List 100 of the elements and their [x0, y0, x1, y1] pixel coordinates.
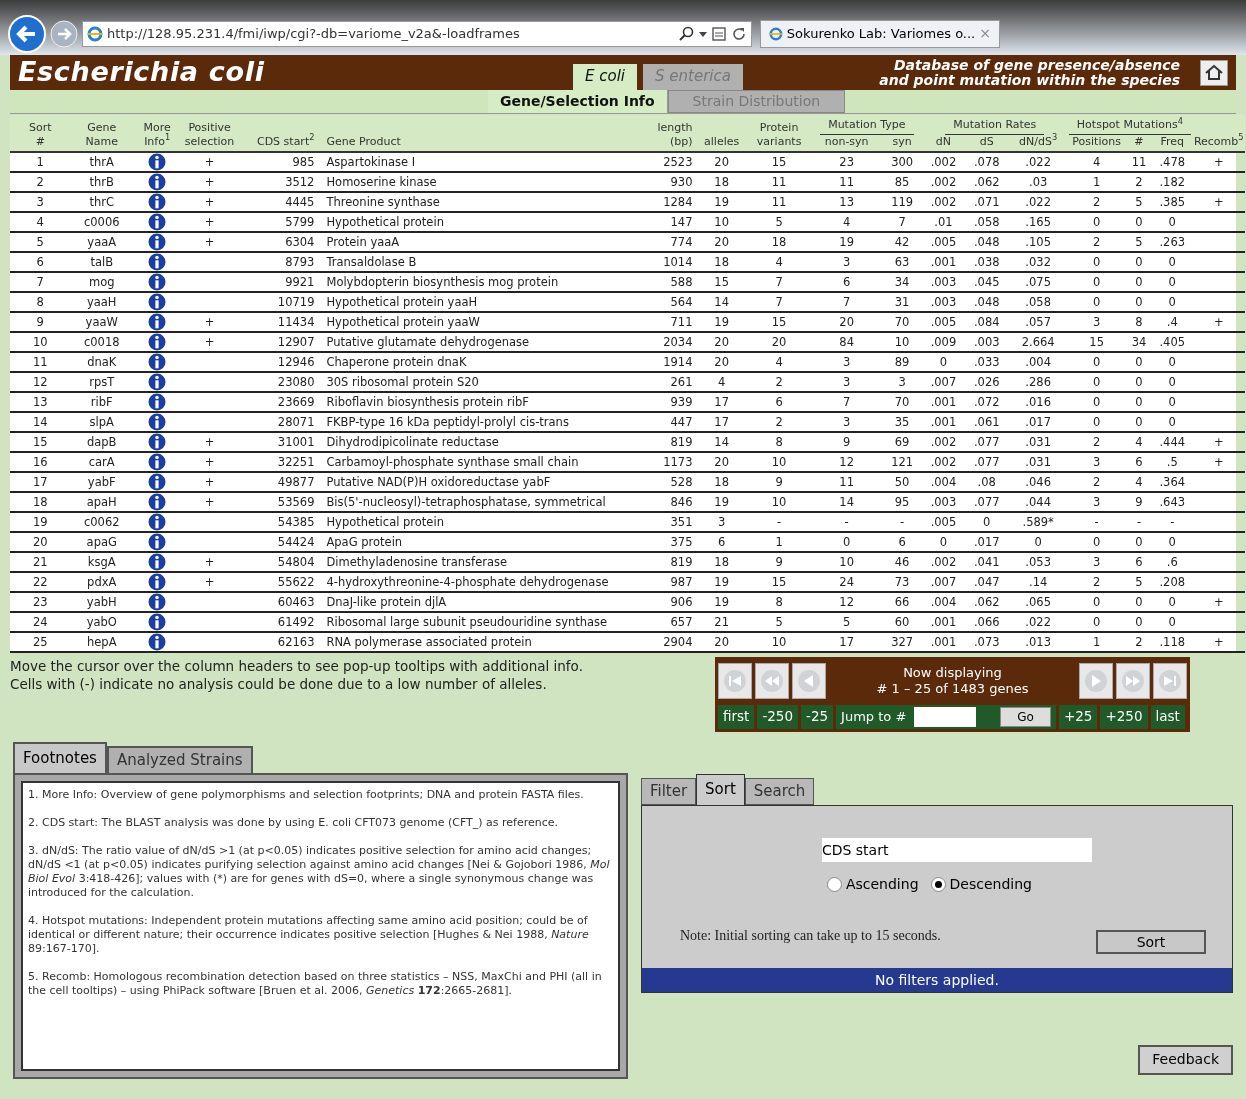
panel-tab[interactable]: Sort — [696, 773, 745, 805]
caret-icon[interactable] — [699, 29, 707, 38]
column-header[interactable]: # — [1125, 134, 1153, 152]
jump-field[interactable] — [914, 706, 977, 727]
info-icon[interactable] — [148, 192, 167, 211]
table-cell: 1 — [1067, 631, 1126, 652]
forward-button[interactable] — [50, 19, 78, 48]
compatibility-icon[interactable] — [711, 25, 727, 42]
column-header[interactable]: dS — [964, 134, 1009, 152]
table-cell: yaaH — [70, 291, 133, 312]
pager-link[interactable]: -250 — [757, 704, 799, 729]
info-icon[interactable] — [148, 572, 167, 591]
column-header[interactable]: Positions — [1067, 134, 1126, 152]
table-cell: - — [746, 511, 812, 532]
table-cell: 95 — [881, 491, 923, 512]
info-icon[interactable] — [148, 352, 167, 371]
table-cell: 2 — [746, 371, 812, 392]
column-header[interactable]: CDS start$^{2}$ — [237, 115, 319, 152]
table-cell: 1 — [1067, 171, 1126, 192]
info-icon[interactable] — [148, 432, 167, 451]
panel-tab[interactable]: Search — [744, 777, 815, 805]
table-cell: 18 — [696, 251, 747, 272]
info-icon[interactable] — [148, 232, 167, 251]
search-icon[interactable] — [679, 25, 695, 42]
column-header[interactable]: Positive selection — [181, 115, 238, 152]
info-icon[interactable] — [148, 312, 167, 331]
info-icon[interactable] — [148, 212, 167, 231]
column-header[interactable]: Gene Name — [70, 115, 133, 152]
column-header[interactable]: Recomb$^{5}$ — [1192, 115, 1245, 152]
table-cell: Ribosomal large subunit pseudouridine synthase — [318, 611, 647, 632]
refresh-icon[interactable] — [731, 25, 747, 42]
info-icon[interactable] — [148, 272, 167, 291]
table-cell: 375 — [646, 531, 697, 552]
info-icon[interactable] — [148, 392, 167, 411]
table-cell: carA — [70, 451, 133, 472]
info-icon[interactable] — [148, 332, 167, 351]
table-cell: 2 — [1067, 571, 1126, 592]
info-icon[interactable] — [148, 172, 167, 191]
table-cell: 19 — [811, 231, 882, 252]
sort-field-input[interactable]: CDS start — [821, 837, 1092, 862]
column-group-header[interactable]: Mutation Type — [820, 117, 914, 135]
feedback-button[interactable]: Feedback — [1138, 1044, 1233, 1075]
table-cell: 9 — [746, 551, 812, 572]
address-bar[interactable]: http://128.95.231.4/fmi/iwp/cgi?-db=variome_v2a&-loadframes — [82, 20, 752, 47]
column-group-header[interactable]: Mutation Rates — [945, 117, 1045, 135]
info-icon[interactable] — [148, 492, 167, 511]
table-cell: 12946 — [237, 351, 319, 372]
info-icon[interactable] — [148, 412, 167, 431]
back-button[interactable] — [8, 14, 46, 53]
info-icon[interactable] — [148, 372, 167, 391]
info-icon[interactable] — [148, 252, 167, 271]
pager-link[interactable]: -25 — [801, 704, 834, 729]
info-icon[interactable] — [148, 632, 167, 651]
browser-tab[interactable]: Sokurenko Lab: Variomes o... × — [760, 19, 1000, 48]
table-cell: 15 — [746, 151, 812, 172]
table-cell: 11 — [746, 191, 812, 212]
info-icon[interactable] — [148, 592, 167, 611]
table-cell: 0 — [1067, 211, 1126, 232]
column-header[interactable]: syn — [881, 134, 923, 152]
column-header[interactable]: Protein variants — [746, 115, 812, 152]
radio-option[interactable]: Ascending — [826, 873, 919, 895]
column-header[interactable]: Gene Product — [318, 115, 647, 152]
table-cell: 2904 — [646, 631, 697, 652]
info-icon[interactable] — [148, 552, 167, 571]
home-button[interactable] — [1200, 59, 1228, 86]
table-cell: 2 — [10, 171, 71, 192]
column-header[interactable]: alleles — [696, 115, 747, 152]
table-cell: 20 — [10, 531, 71, 552]
info-icon[interactable] — [148, 532, 167, 551]
footnote-text: 3. dN/dS: The ratio value of dN/dS >1 (at p<0.05) indicates positive selection for amino acid changes; dN/dS <1 (at p<0.05) indicates purifying selection against amino acid changes [Nei & Gojobori 1986, Mol Biol Evol 3:418-426]; values with (*) are for genes with dS=0, where a single synonymous change was introduced for the calculation. — [28, 843, 611, 900]
table-cell: 2523 — [646, 151, 697, 172]
pager-link[interactable]: +25 — [1058, 704, 1098, 729]
info-icon[interactable] — [148, 292, 167, 311]
table-cell: 906 — [646, 591, 697, 612]
column-header[interactable]: length (bp) — [646, 115, 697, 152]
view-tab[interactable]: Gene/Selection Info — [488, 90, 668, 113]
info-icon[interactable] — [148, 612, 167, 631]
column-group-header[interactable]: Hotspot Mutations$^{4}$ — [1068, 117, 1191, 135]
info-icon[interactable] — [148, 472, 167, 491]
column-header[interactable]: Sort # — [10, 115, 71, 152]
go-button[interactable]: Go — [1000, 706, 1051, 727]
panel-tab[interactable]: Analyzed Strains — [106, 745, 253, 773]
pager-link[interactable]: first — [718, 704, 755, 729]
table-cell: .478 — [1152, 151, 1193, 172]
column-header[interactable]: Freq — [1152, 134, 1193, 152]
radio-option[interactable]: Descending — [930, 873, 1032, 895]
info-icon[interactable] — [148, 452, 167, 471]
column-header[interactable]: More Info$^{1}$ — [133, 115, 182, 152]
pager-link[interactable]: last — [1150, 704, 1185, 729]
column-header[interactable]: dN — [922, 134, 965, 152]
table-cell: 7 — [746, 271, 812, 292]
column-header[interactable]: dN/dS$^{3}$ — [1008, 134, 1068, 152]
info-icon[interactable] — [148, 152, 167, 171]
info-icon[interactable] — [148, 512, 167, 531]
species-tab[interactable]: E coli — [573, 63, 637, 90]
column-header[interactable]: non-syn — [811, 134, 882, 152]
sort-button[interactable]: Sort — [1096, 929, 1206, 954]
pager-link[interactable]: +250 — [1100, 704, 1148, 729]
panel-tab[interactable]: Footnotes — [13, 741, 107, 773]
panel-tab[interactable]: Filter — [640, 777, 697, 805]
